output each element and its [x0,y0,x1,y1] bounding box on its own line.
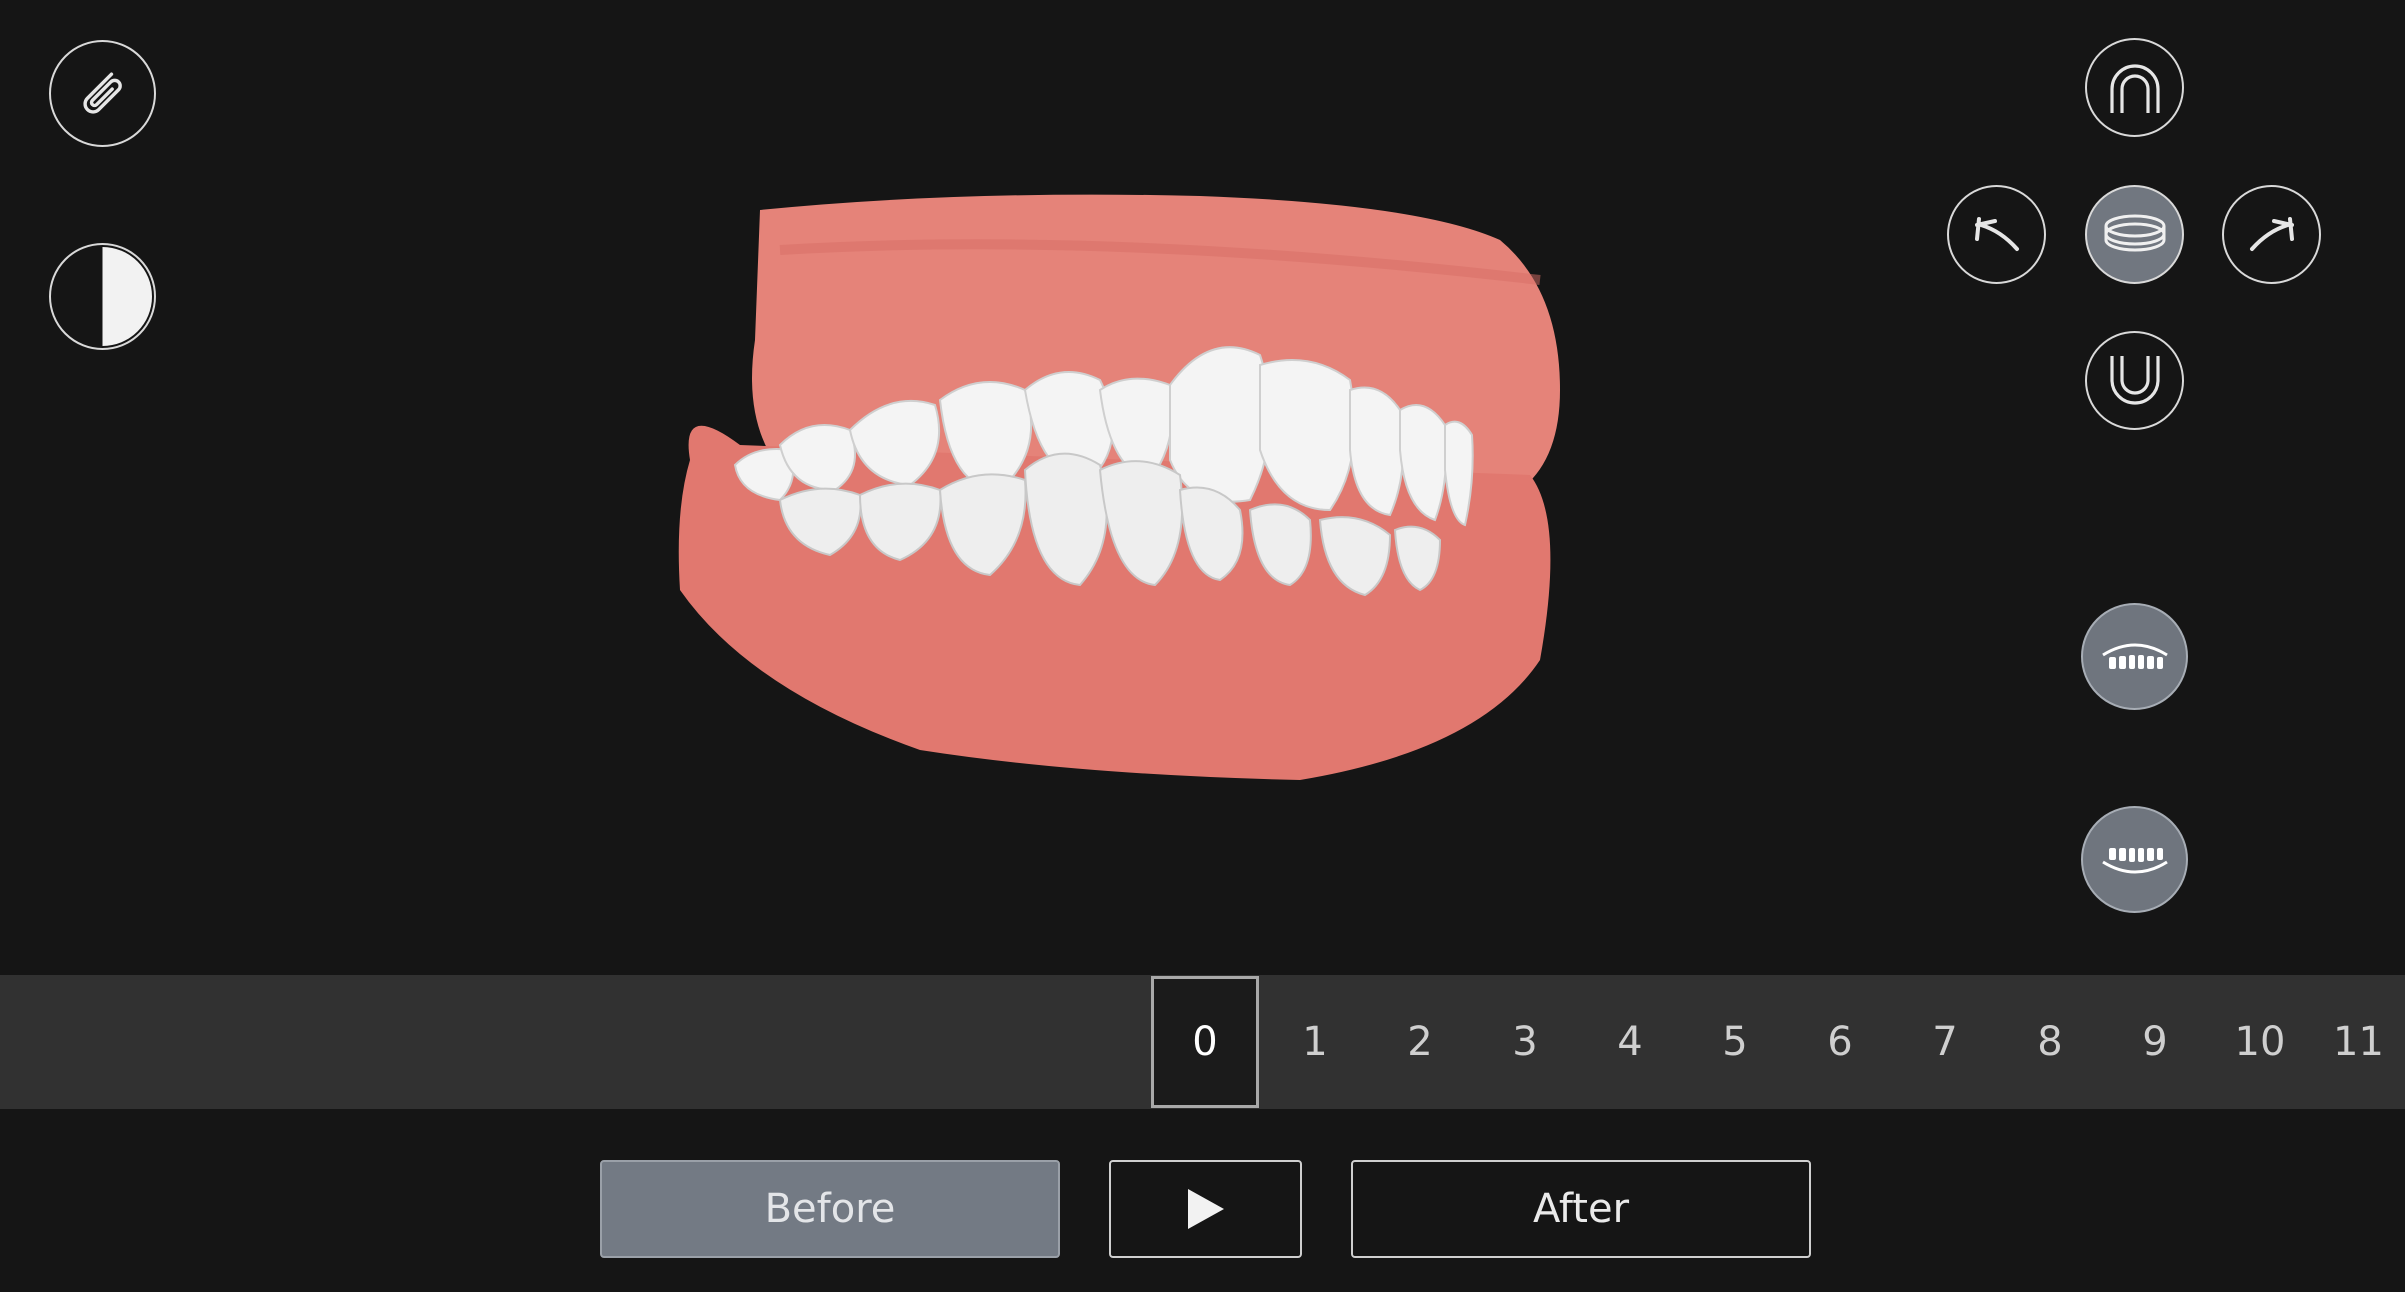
lower-teeth-icon [2101,847,2168,873]
stage-step-7[interactable]: 7 [1892,975,1998,1109]
after-button[interactable]: After [1351,1160,1811,1258]
show-upper-teeth-button[interactable] [2081,603,2188,710]
stage-step-8[interactable]: 8 [1997,975,2103,1109]
rotate-left-arrow-icon [1974,216,2019,251]
stage-step-1[interactable]: 1 [1262,975,1368,1109]
stage-timeline[interactable]: 0 1 2 3 4 5 6 7 8 9 10 11 [0,975,2405,1109]
stage-step-4[interactable]: 4 [1577,975,1683,1109]
play-button[interactable] [1109,1160,1302,1258]
stage-step-2[interactable]: 2 [1367,975,1473,1109]
show-lower-teeth-button[interactable] [2081,806,2188,913]
rotate-right-button[interactable] [2222,185,2321,284]
upper-arch-button[interactable] [2085,38,2184,137]
stage-step-9[interactable]: 9 [2102,975,2208,1109]
stage-step-5[interactable]: 5 [1682,975,1788,1109]
rotate-right-arrow-icon [2249,216,2294,251]
stage-step-11[interactable]: 11 [2312,975,2405,1109]
dental-model[interactable] [660,190,1590,800]
upper-arch-icon [2109,63,2160,113]
stage-step-6[interactable]: 6 [1787,975,1893,1109]
upper-teeth-icon [2101,643,2168,669]
paperclip-icon [82,72,122,114]
stage-step-10[interactable]: 10 [2207,975,2313,1109]
stage-step-3[interactable]: 3 [1472,975,1578,1109]
rotate-left-button[interactable] [1947,185,2046,284]
stage-step-0[interactable]: 0 [1151,976,1259,1108]
occlusal-view-button[interactable] [2085,185,2184,284]
attach-button[interactable] [49,40,156,147]
lower-arch-icon [2109,355,2160,405]
occlusal-view-icon [2104,214,2165,251]
before-button[interactable]: Before [600,1160,1060,1258]
lower-arch-button[interactable] [2085,331,2184,430]
contrast-button[interactable] [49,243,156,350]
3d-viewport[interactable] [0,0,2405,975]
play-icon [1187,1189,1224,1229]
contrast-icon [102,247,152,346]
